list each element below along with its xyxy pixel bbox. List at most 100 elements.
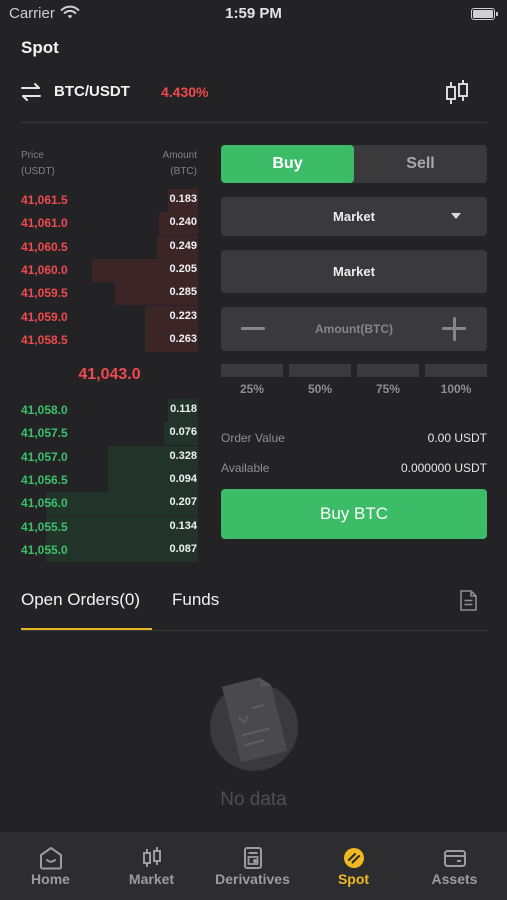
last-price[interactable]: 41,043.0 bbox=[21, 366, 198, 384]
status-bar: Carrier 1:59 PM bbox=[0, 0, 507, 28]
pair-name[interactable]: BTC/USDT bbox=[54, 83, 130, 100]
percent-25-label[interactable]: 25% bbox=[221, 382, 283, 396]
ask-amount: 0.285 bbox=[169, 286, 197, 299]
pair-selector[interactable]: BTC/USDT 4.430% bbox=[21, 78, 487, 108]
bid-row[interactable]: 41,056.0 0.207 bbox=[21, 492, 198, 516]
bid-price: 41,057.0 bbox=[21, 449, 68, 464]
bid-amount: 0.207 bbox=[169, 496, 197, 509]
bid-price: 41,057.5 bbox=[21, 426, 68, 441]
bid-amount: 0.094 bbox=[169, 472, 197, 485]
ask-amount: 0.249 bbox=[169, 239, 197, 252]
percent-25-bar[interactable] bbox=[221, 364, 283, 377]
bid-price: 41,055.0 bbox=[21, 542, 68, 557]
order-history-icon[interactable] bbox=[459, 590, 478, 611]
ask-row[interactable]: 41,058.5 0.263 bbox=[21, 328, 198, 352]
ask-row[interactable]: 41,059.5 0.285 bbox=[21, 282, 198, 306]
percent-100-bar[interactable] bbox=[425, 364, 487, 377]
nav-spot-label: Spot bbox=[337, 871, 370, 887]
derivatives-icon bbox=[244, 847, 262, 869]
bid-row[interactable]: 41,057.0 0.328 bbox=[21, 445, 198, 469]
nav-derivatives-label: Derivatives bbox=[215, 871, 290, 887]
ask-amount: 0.205 bbox=[169, 262, 197, 275]
bid-price: 41,056.0 bbox=[21, 496, 68, 511]
bid-row[interactable]: 41,058.0 0.118 bbox=[21, 399, 198, 422]
nav-assets-label: Assets bbox=[431, 871, 478, 887]
bid-price: 41,056.5 bbox=[21, 472, 68, 487]
bid-row[interactable]: 41,056.5 0.094 bbox=[21, 468, 198, 492]
page-title: Spot bbox=[21, 38, 59, 57]
ask-row[interactable]: 41,061.0 0.240 bbox=[21, 212, 198, 236]
spot-icon bbox=[344, 848, 364, 868]
nav-derivatives[interactable]: Derivatives bbox=[202, 832, 303, 900]
amount-field[interactable]: Amount(BTC) bbox=[221, 307, 487, 351]
tab-open-orders[interactable]: Open Orders(0) bbox=[21, 590, 140, 610]
bid-amount: 0.118 bbox=[170, 403, 197, 415]
bid-price: 41,058.0 bbox=[21, 403, 68, 417]
status-clock: 1:59 PM bbox=[225, 5, 282, 22]
ask-price: 41,061.0 bbox=[21, 216, 68, 231]
nav-home[interactable]: Home bbox=[0, 832, 101, 900]
ask-row[interactable]: 41,059.0 0.223 bbox=[21, 305, 198, 329]
percent-75-label[interactable]: 75% bbox=[357, 382, 419, 396]
available-value: 0.000000 USDT bbox=[400, 461, 487, 475]
ask-amount: 0.263 bbox=[169, 332, 197, 345]
ask-price: 41,060.0 bbox=[21, 262, 68, 277]
percent-50-label[interactable]: 50% bbox=[289, 382, 351, 396]
percent-50-bar[interactable] bbox=[289, 364, 351, 377]
candlestick-icon bbox=[143, 847, 161, 867]
home-icon bbox=[40, 847, 62, 870]
ask-amount: 0.240 bbox=[169, 216, 197, 229]
order-type-select[interactable]: Market bbox=[221, 197, 487, 236]
bid-amount: 0.134 bbox=[169, 519, 197, 532]
ask-amount: 0.183 bbox=[169, 193, 197, 205]
price-field[interactable]: Market bbox=[221, 250, 487, 293]
ask-price: 41,059.0 bbox=[21, 309, 68, 324]
bid-amount: 0.076 bbox=[169, 426, 197, 439]
nav-assets[interactable]: Assets bbox=[404, 832, 505, 900]
nav-market-label: Market bbox=[128, 871, 175, 887]
order-type-value: Market bbox=[333, 209, 375, 224]
sell-tab[interactable]: Sell bbox=[354, 145, 487, 183]
orderbook-amount-header: Amount (BTC) bbox=[162, 150, 197, 177]
swap-icon[interactable] bbox=[21, 82, 41, 102]
buy-sell-toggle: Buy Sell bbox=[221, 145, 487, 183]
orderbook-price-header: Price (USDT) bbox=[21, 150, 55, 177]
ask-price: 41,061.5 bbox=[21, 193, 68, 207]
nav-spot[interactable]: Spot bbox=[303, 832, 404, 900]
buy-btc-button[interactable]: Buy BTC bbox=[221, 489, 487, 539]
bid-row[interactable]: 41,055.0 0.087 bbox=[21, 538, 198, 562]
ask-row[interactable]: 41,060.0 0.205 bbox=[21, 258, 198, 282]
bid-price: 41,055.5 bbox=[21, 519, 68, 534]
bottom-nav: Home Market Derivatives Spot Assets bbox=[0, 832, 507, 900]
ask-amount: 0.223 bbox=[169, 309, 197, 322]
pair-change-percent: 4.430% bbox=[161, 84, 209, 100]
header-divider bbox=[21, 122, 487, 123]
price-field-value: Market bbox=[333, 264, 375, 279]
chevron-down-icon bbox=[451, 213, 461, 219]
ask-row[interactable]: 41,061.5 0.183 bbox=[21, 189, 198, 212]
tab-funds[interactable]: Funds bbox=[172, 590, 219, 610]
ask-row[interactable]: 41,060.5 0.249 bbox=[21, 235, 198, 259]
bid-amount: 0.087 bbox=[169, 542, 197, 555]
ask-price: 41,060.5 bbox=[21, 239, 68, 254]
ask-price: 41,058.5 bbox=[21, 332, 68, 347]
nav-home-label: Home bbox=[31, 871, 70, 887]
nav-market[interactable]: Market bbox=[101, 832, 202, 900]
order-value: 0.00 USDT bbox=[427, 431, 487, 445]
tabs-divider bbox=[21, 630, 487, 631]
bid-row[interactable]: 41,055.5 0.134 bbox=[21, 515, 198, 539]
empty-document-icon bbox=[210, 677, 298, 771]
order-value-label: Order Value bbox=[221, 431, 285, 445]
percent-100-label[interactable]: 100% bbox=[425, 382, 487, 396]
bid-amount: 0.328 bbox=[169, 449, 197, 462]
candlestick-chart-icon[interactable] bbox=[444, 79, 470, 107]
percent-75-bar[interactable] bbox=[357, 364, 419, 377]
bid-row[interactable]: 41,057.5 0.076 bbox=[21, 422, 198, 446]
buy-tab[interactable]: Buy bbox=[221, 145, 354, 183]
available-label: Available bbox=[221, 461, 270, 475]
plus-icon-vertical[interactable] bbox=[452, 317, 456, 341]
battery-icon bbox=[471, 8, 498, 20]
empty-state-text: No data bbox=[220, 789, 287, 810]
wallet-icon bbox=[444, 850, 466, 867]
ask-price: 41,059.5 bbox=[21, 286, 68, 301]
